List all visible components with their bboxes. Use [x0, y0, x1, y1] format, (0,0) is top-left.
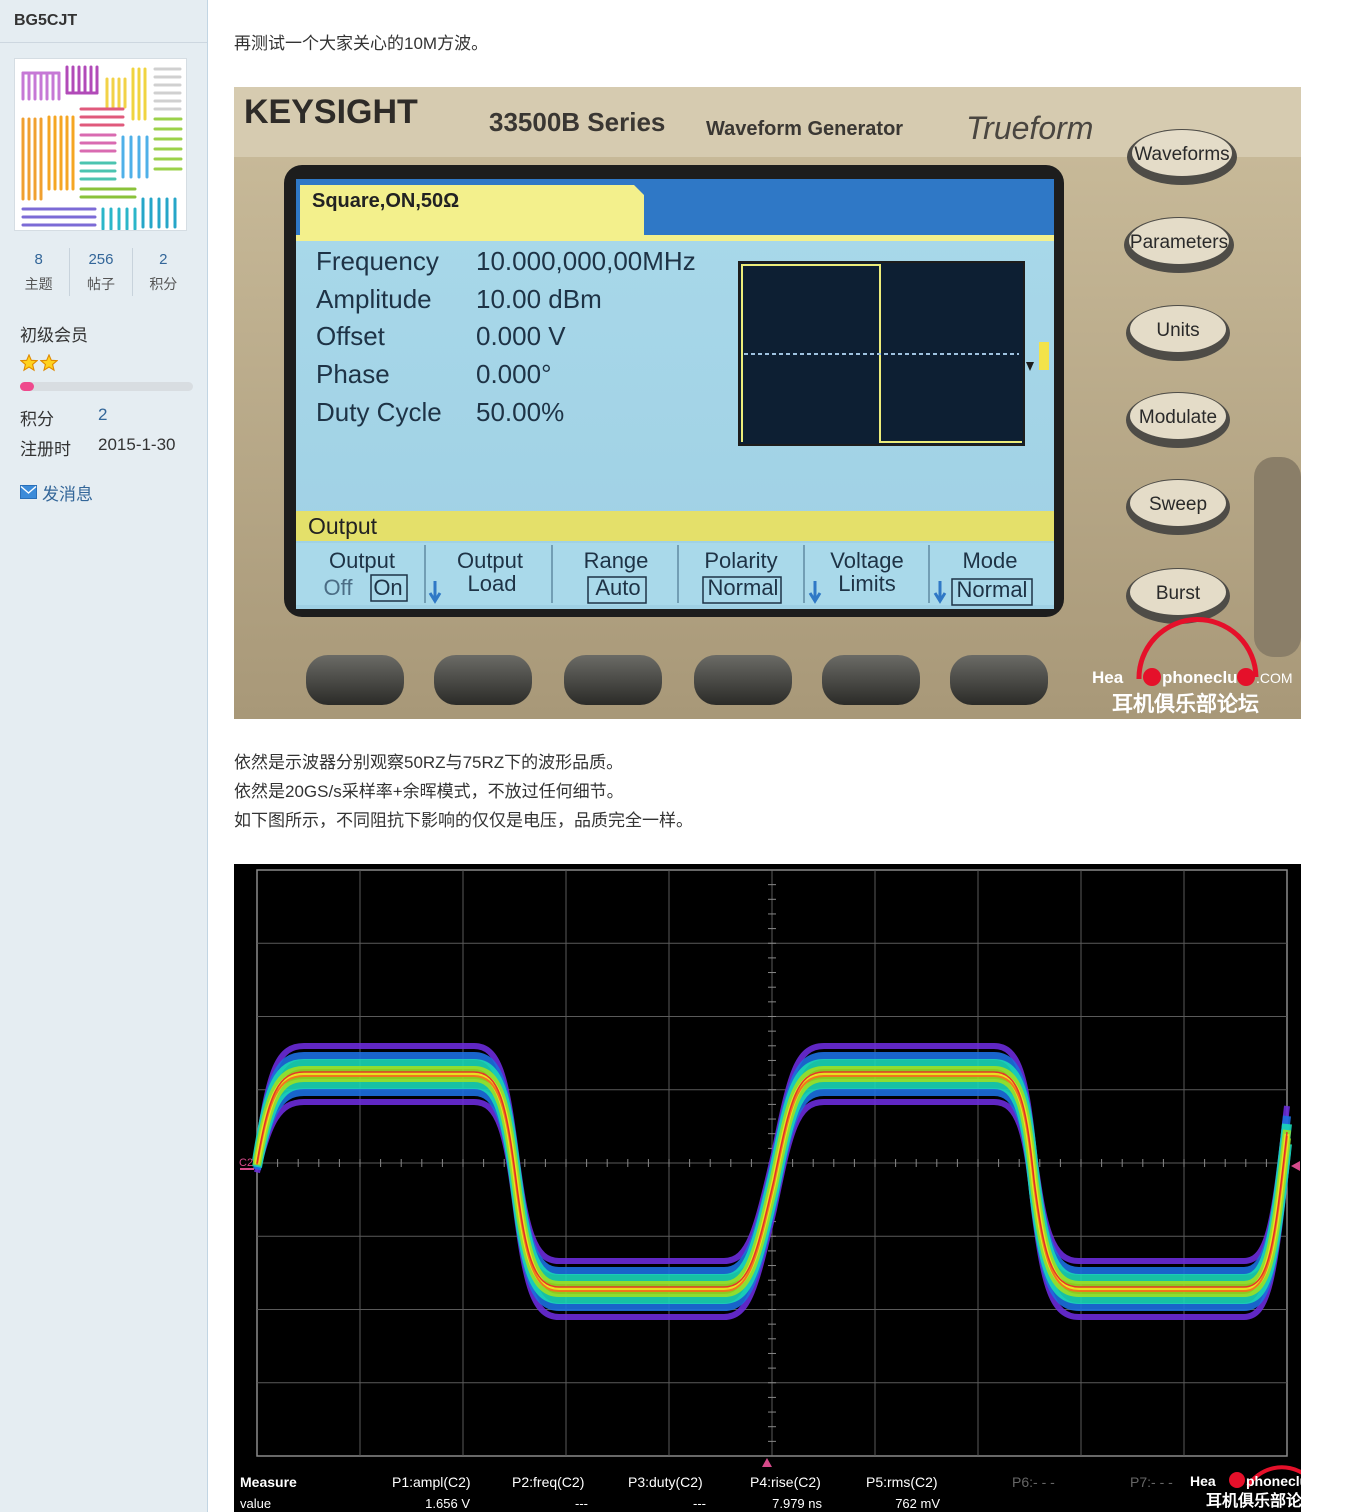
softkey-bottom: Normal	[708, 575, 779, 600]
avatar-image	[21, 65, 183, 230]
measure-name: P2:freq(C2)	[512, 1474, 584, 1490]
softkey-bottom: Normal	[957, 577, 1028, 602]
measure-value: 7.979 ns	[772, 1496, 822, 1511]
waveform-tab-label: Square,ON,50Ω	[312, 190, 459, 212]
avatar[interactable]	[14, 58, 187, 231]
measure-name: P4:rise(C2)	[750, 1474, 821, 1490]
stat-posts[interactable]: 256 帖子	[70, 248, 133, 296]
softkey-bottom: Auto	[595, 575, 640, 600]
param-name: Duty Cycle	[316, 397, 442, 427]
send-message-label: 发消息	[42, 485, 93, 504]
measure-name: P3:duty(C2)	[628, 1474, 703, 1490]
stat-points-label: 积分	[149, 276, 178, 292]
measure-value: ---	[693, 1496, 706, 1511]
measure-value: ---	[575, 1496, 588, 1511]
param-value: 10.00 dBm	[476, 284, 602, 314]
oscilloscope-image: C2 Measure value P1:ampl(C2) P2:freq(C2)…	[234, 864, 1301, 1512]
rank-progress-fill	[20, 382, 34, 391]
rank-stars	[20, 354, 58, 372]
softkey-top: Polarity	[704, 548, 777, 573]
side-button-label: Parameters	[1130, 232, 1228, 253]
model-text: Waveform Generator	[706, 118, 903, 140]
measure-name: P6:- - -	[1012, 1474, 1055, 1490]
side-button-label: Burst	[1156, 583, 1201, 604]
measure-name: P5:rms(C2)	[866, 1474, 938, 1490]
side-button-label: Units	[1156, 320, 1199, 341]
stat-threads-value: 8	[34, 251, 43, 268]
stat-threads-label: 主题	[24, 276, 53, 292]
user-sidebar: BG5CJT 8 主题 256 帖子 2 积分 初级会员 积分 2 注册时 20…	[0, 0, 208, 1512]
softkey-bottom: Limits	[838, 571, 895, 596]
measure-name: P1:ampl(C2)	[392, 1474, 471, 1490]
rank-progress-bar	[20, 382, 193, 391]
points-row: 积分 2	[20, 405, 107, 430]
post-line: 依然是示波器分别观察50RZ与75RZ下的波形品质。	[234, 753, 624, 772]
watermark-en: phoneclu	[1162, 668, 1238, 687]
softkey-bottom: Load	[468, 571, 517, 596]
generator-photo-image: KEYSIGHT 33500B Series Waveform Generato…	[234, 87, 1301, 719]
user-rank[interactable]: 初级会员	[20, 321, 88, 346]
stat-points[interactable]: 2 积分	[133, 248, 194, 296]
watermark-en: .COM	[1256, 670, 1293, 686]
softkey-on: On	[373, 575, 402, 600]
watermark-en: Hea	[1190, 1473, 1216, 1489]
star-icon	[20, 354, 38, 372]
oscilloscope-screenshot[interactable]: C2 Measure value P1:ampl(C2) P2:freq(C2)…	[234, 864, 1301, 1512]
measure-value: 1.656 V	[425, 1496, 470, 1511]
softkey-top: Voltage	[830, 548, 903, 573]
send-message-link[interactable]: 发消息	[20, 480, 93, 505]
param-name: Frequency	[316, 246, 439, 276]
series-text: 33500B Series	[489, 107, 665, 137]
register-row: 注册时 2015-1-30	[20, 435, 176, 460]
measure-name: P7:- - -	[1130, 1474, 1173, 1490]
softkey-top: Output	[457, 548, 523, 573]
measure-value-label: value	[240, 1496, 271, 1511]
watermark-en: phoneclu	[1246, 1473, 1301, 1489]
param-name: Phase	[316, 359, 390, 389]
softkey-top: Range	[584, 548, 649, 573]
param-name: Amplitude	[316, 284, 432, 314]
side-button-label: Modulate	[1139, 407, 1217, 428]
watermark-cn: 耳机俱乐部论坛	[1112, 692, 1259, 716]
watermark-cn: 耳机俱乐部论	[1206, 1491, 1301, 1510]
side-button-label: Sweep	[1149, 494, 1207, 515]
post-line: 如下图所示，不同阻抗下影响的仅仅是电压，品质完全一样。	[234, 811, 693, 830]
register-value: 2015-1-30	[98, 435, 176, 454]
points-value[interactable]: 2	[98, 405, 107, 425]
softkey-top: Mode	[962, 548, 1017, 573]
side-button-label: Waveforms	[1134, 144, 1229, 165]
stat-posts-value: 256	[88, 251, 114, 268]
brand-text: KEYSIGHT	[244, 93, 418, 131]
post-intro: 再测试一个大家关心的10M方波。	[234, 34, 489, 53]
username-link[interactable]: BG5CJT	[14, 12, 77, 30]
param-name: Offset	[316, 321, 386, 351]
softkey-top: Output	[329, 548, 395, 573]
star-icon	[40, 354, 58, 372]
headphoneclub-watermark: Hea phoneclu 耳机俱乐部论	[1190, 1465, 1301, 1510]
channel-label: C2	[239, 1157, 253, 1169]
param-value: 10.000,000,00MHz	[476, 246, 696, 276]
menu-title: Output	[308, 513, 378, 539]
user-stats: 8 主题 256 帖子 2 积分	[8, 248, 194, 296]
softkey-off: Off	[324, 575, 354, 600]
watermark-en: Hea	[1092, 668, 1124, 687]
param-value: 50.00%	[476, 397, 564, 427]
param-value: 0.000°	[476, 359, 551, 389]
measure-header: Measure	[240, 1474, 297, 1490]
register-label: 注册时	[20, 440, 71, 459]
generator-photo[interactable]: KEYSIGHT 33500B Series Waveform Generato…	[234, 87, 1301, 719]
stat-threads[interactable]: 8 主题	[8, 248, 71, 296]
post-line: 依然是20GS/s采样率+余晖模式，不放过任何细节。	[234, 782, 624, 801]
points-label: 积分	[20, 410, 54, 429]
sidebar-divider	[0, 42, 207, 43]
param-value: 0.000 V	[476, 321, 566, 351]
envelope-icon	[20, 485, 37, 499]
trueform-text: Trueform	[966, 110, 1093, 146]
stat-posts-label: 帖子	[86, 276, 115, 292]
measure-value: 762 mV	[895, 1496, 940, 1511]
stat-points-value: 2	[159, 251, 168, 268]
